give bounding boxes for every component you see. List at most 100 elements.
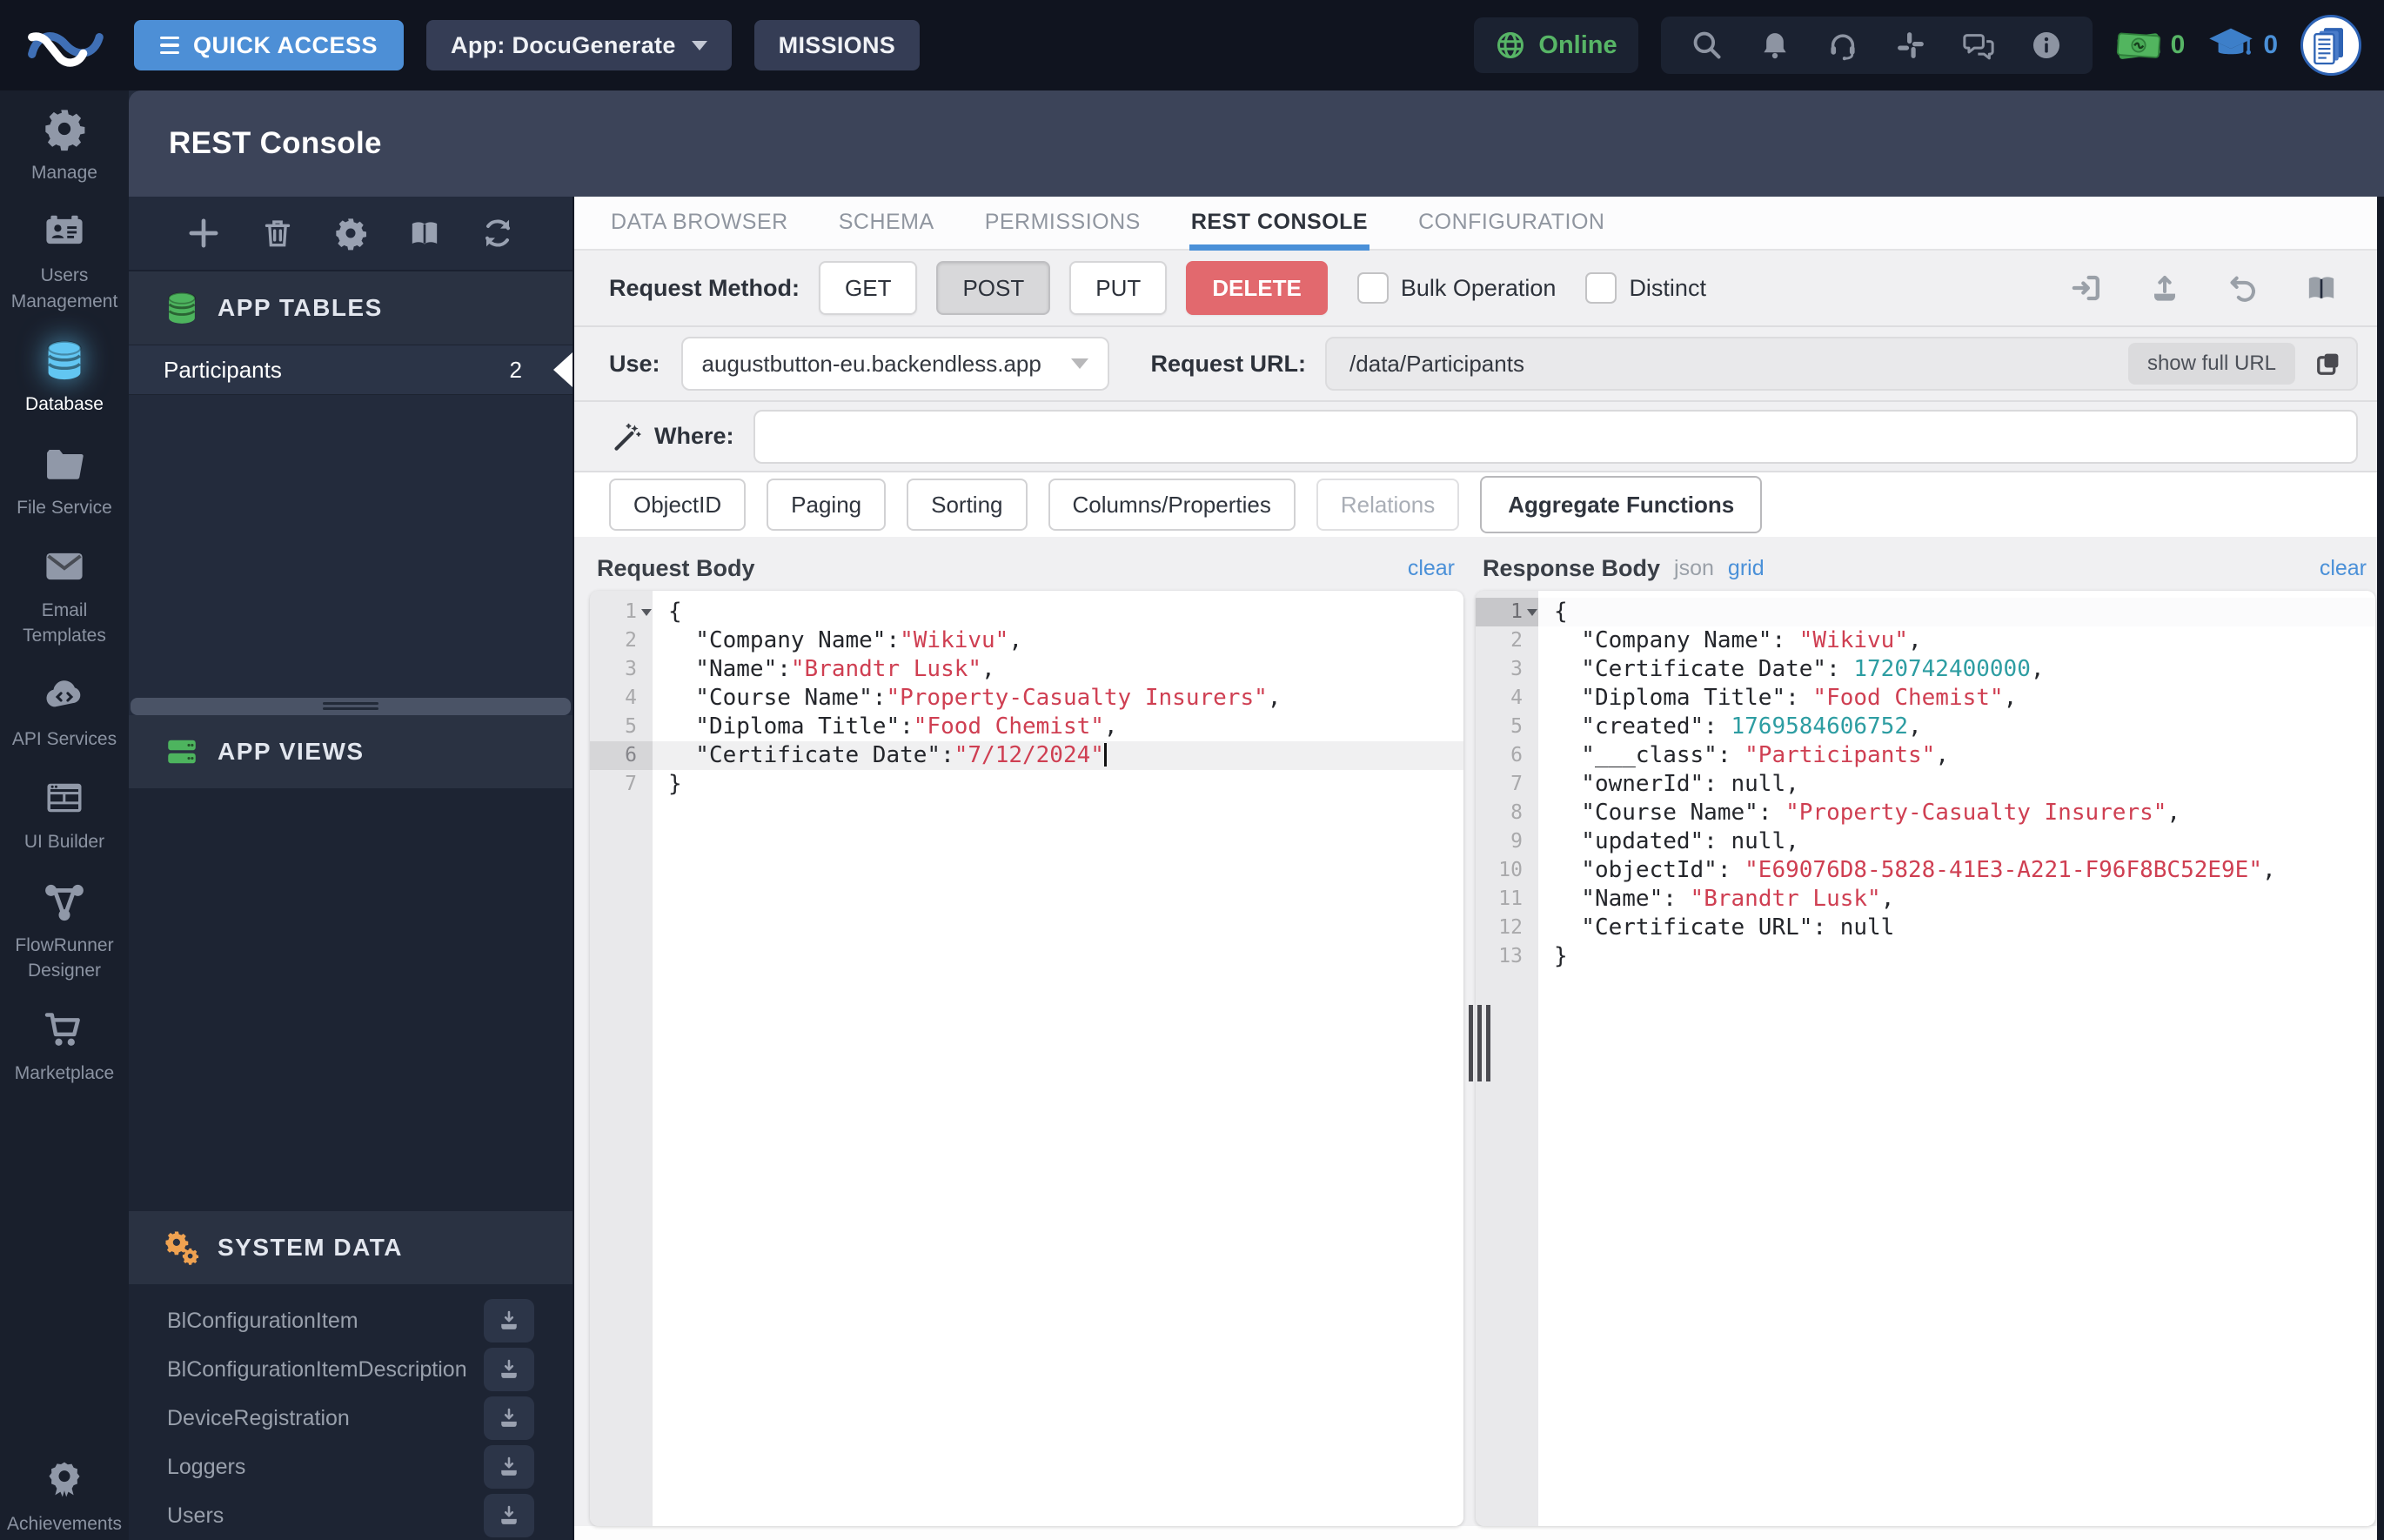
distinct-checkbox[interactable] [1585, 272, 1617, 304]
list-item[interactable]: BlConfigurationItem [129, 1296, 573, 1345]
sidebar-item-ui-builder[interactable]: UI Builder [0, 775, 129, 854]
search-icon[interactable] [1691, 29, 1724, 62]
paging-button[interactable]: Paging [767, 479, 887, 531]
missions-button[interactable]: MISSIONS [753, 20, 921, 70]
tab-permissions[interactable]: PERMISSIONS [983, 198, 1142, 249]
response-clear-link[interactable]: clear [2320, 556, 2367, 581]
where-input[interactable] [753, 409, 2358, 464]
sidebar-item-email-templates[interactable]: Email Templates [0, 544, 129, 649]
globe-icon [1495, 30, 1526, 61]
domain-select[interactable]: augustbutton-eu.backendless.app [680, 337, 1109, 391]
sidebar-item-database[interactable]: Database [0, 338, 129, 417]
account-avatar[interactable] [2300, 15, 2361, 76]
request-url-value: /data/Participants [1349, 350, 1524, 377]
columns-properties-button[interactable]: Columns/Properties [1048, 479, 1296, 531]
sidebar-item-users-management[interactable]: Users Management [0, 209, 129, 314]
request-clear-link[interactable]: clear [1408, 556, 1455, 581]
download-icon [497, 1357, 521, 1382]
list-item[interactable]: Users [129, 1491, 573, 1540]
right-edge-strip [2377, 197, 2384, 1540]
download-button[interactable] [484, 1445, 534, 1489]
sorting-button[interactable]: Sorting [907, 479, 1028, 531]
info-icon[interactable] [2030, 29, 2063, 62]
method-put-button[interactable]: PUT [1069, 261, 1168, 315]
request-actions [2069, 271, 2384, 305]
sidebar-item-api-services[interactable]: API Services [0, 673, 129, 752]
request-url-field[interactable]: /data/Participants show full URL [1325, 337, 2358, 391]
chevron-down-icon [691, 40, 707, 50]
undo-icon[interactable] [2226, 271, 2260, 305]
request-body-editor[interactable]: 1{2 "Company Name":"Wikivu", 3 "Name":"Br… [590, 591, 1463, 1526]
tab-data-browser[interactable]: DATA BROWSER [609, 198, 790, 249]
response-body-header: Response Body json grid clear [1476, 546, 2375, 591]
editor-split-handle[interactable] [1469, 1005, 1490, 1081]
app-views-header[interactable]: APP VIEWS [129, 714, 573, 788]
tab-rest-console[interactable]: REST CONSOLE [1189, 198, 1370, 251]
docs-book-icon[interactable] [2304, 271, 2339, 305]
documents-icon [2307, 21, 2355, 70]
system-data-header[interactable]: SYSTEM DATA [129, 1211, 573, 1284]
bulk-operation-option[interactable]: Bulk Operation [1356, 272, 1556, 304]
delete-table-icon[interactable] [260, 216, 295, 251]
app-tables-header[interactable]: APP TABLES [129, 271, 573, 345]
system-table-name: Users [167, 1503, 224, 1528]
id-card-icon [42, 209, 87, 254]
tab-schema[interactable]: SCHEMA [837, 198, 936, 249]
quick-access-button[interactable]: QUICK ACCESS [134, 20, 405, 70]
response-mode-json[interactable]: json [1674, 556, 1714, 581]
objectid-button[interactable]: ObjectID [609, 479, 747, 531]
distinct-option[interactable]: Distinct [1585, 272, 1706, 304]
forum-chat-icon[interactable] [1962, 29, 1995, 62]
show-full-url-button[interactable]: show full URL [2127, 343, 2295, 385]
app-views-label: APP VIEWS [218, 737, 365, 765]
slack-icon[interactable] [1894, 29, 1927, 62]
panel-resize-handle[interactable] [131, 697, 571, 715]
bulk-operation-checkbox[interactable] [1356, 272, 1389, 304]
where-label: Where: [654, 423, 734, 449]
app-selector-dropdown[interactable]: App: DocuGenerate [426, 20, 732, 70]
list-item[interactable]: DeviceRegistration [129, 1394, 573, 1443]
sidebar-item-marketplace[interactable]: Marketplace [0, 1007, 129, 1086]
list-item[interactable]: BlConfigurationItemDescription [129, 1345, 573, 1394]
sidebar-item-file-service[interactable]: File Service [0, 441, 129, 520]
use-label: Use: [609, 350, 660, 377]
sign-in-icon[interactable] [2069, 271, 2104, 305]
refresh-icon[interactable] [480, 216, 515, 251]
relations-button[interactable]: Relations [1316, 479, 1460, 531]
missions-progress-counter[interactable]: 0 [2207, 22, 2278, 69]
where-row: Where: [574, 402, 2384, 472]
download-button[interactable] [484, 1396, 534, 1440]
aggregate-functions-button[interactable]: Aggregate Functions [1480, 476, 1763, 533]
sidebar-item-flowrunner-designer[interactable]: FlowRunner Designer [0, 879, 129, 984]
method-get-button[interactable]: GET [819, 261, 918, 315]
upload-icon[interactable] [2147, 271, 2182, 305]
missions-count: 0 [2263, 30, 2278, 59]
backendless-logo-icon[interactable] [23, 18, 110, 72]
add-table-icon[interactable] [186, 216, 221, 251]
missions-label: MISSIONS [778, 31, 896, 58]
response-mode-grid-link[interactable]: grid [1728, 556, 1765, 581]
download-button[interactable] [484, 1348, 534, 1391]
app-tables-label: APP TABLES [218, 294, 383, 321]
response-body-editor[interactable]: 1{2 "Company Name": "Wikivu", 3 "Certific… [1476, 591, 2375, 1526]
tab-configuration[interactable]: CONFIGURATION [1416, 198, 1606, 249]
money-icon [2115, 22, 2162, 69]
support-headset-icon[interactable] [1826, 29, 1859, 62]
notifications-bell-icon[interactable] [1758, 29, 1791, 62]
download-button[interactable] [484, 1494, 534, 1537]
docs-book-icon[interactable] [407, 216, 442, 251]
method-post-button[interactable]: POST [936, 261, 1051, 315]
sidebar-item-achievements[interactable]: Achievements [0, 1457, 129, 1537]
table-settings-gear-icon[interactable] [333, 216, 368, 251]
online-status[interactable]: Online [1474, 17, 1638, 73]
online-label: Online [1538, 30, 1617, 59]
list-item[interactable]: Loggers [129, 1443, 573, 1491]
method-delete-button[interactable]: DELETE [1186, 261, 1328, 315]
backendless-bucks-counter[interactable]: 0 [2115, 22, 2185, 69]
sidebar-item-manage[interactable]: Manage [0, 106, 129, 185]
magic-wand-icon[interactable] [609, 420, 642, 453]
distinct-label: Distinct [1629, 274, 1706, 301]
download-button[interactable] [484, 1299, 534, 1342]
copy-icon[interactable] [2313, 348, 2344, 379]
table-row-participants[interactable]: Participants 2 [129, 345, 573, 395]
